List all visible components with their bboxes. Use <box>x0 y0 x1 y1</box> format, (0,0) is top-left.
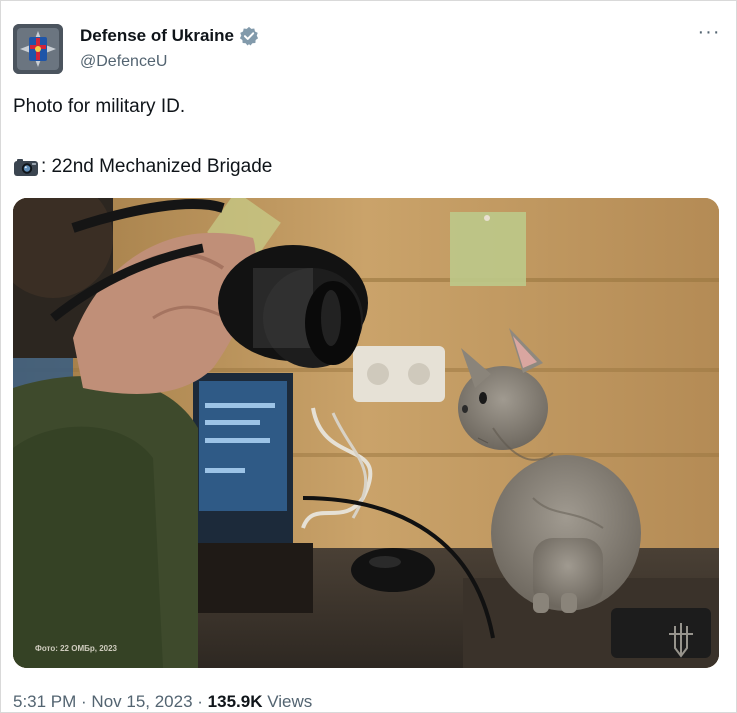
tweet-time[interactable]: 5:31 PM <box>13 692 76 711</box>
meta-separator: · <box>76 692 92 711</box>
camera-icon <box>14 159 38 176</box>
avatar[interactable] <box>13 24 63 74</box>
author-display-name[interactable]: Defense of Ukraine <box>80 26 234 46</box>
photo-cat-icon <box>13 198 719 668</box>
verified-badge-icon <box>239 26 259 46</box>
meta-separator-2: · <box>192 692 208 711</box>
photo-watermark: Фото: 22 ОМБр, 2023 <box>35 644 117 653</box>
tweet-photo[interactable] <box>13 198 719 668</box>
more-options-button[interactable]: ··· <box>695 22 723 47</box>
tweet-text-line-1: Photo for military ID. <box>13 96 186 117</box>
views-label: Views <box>262 692 313 711</box>
tweet-card: Defense of Ukraine @DefenceU ··· Photo f… <box>0 0 737 713</box>
tweet-date[interactable]: Nov 15, 2023 <box>91 692 192 711</box>
tweet-meta: 5:31 PM · Nov 15, 2023 · 135.9K Views <box>13 692 312 712</box>
author-name[interactable]: Defense of Ukraine <box>80 26 259 46</box>
author-handle[interactable]: @DefenceU <box>80 53 167 71</box>
tweet-text-line-2-text: : 22nd Mechanized Brigade <box>41 156 273 177</box>
views-count: 135.9K <box>207 692 263 711</box>
tweet-text-line-2: : 22nd Mechanized Brigade <box>13 156 272 178</box>
ministry-emblem-icon <box>13 24 63 74</box>
